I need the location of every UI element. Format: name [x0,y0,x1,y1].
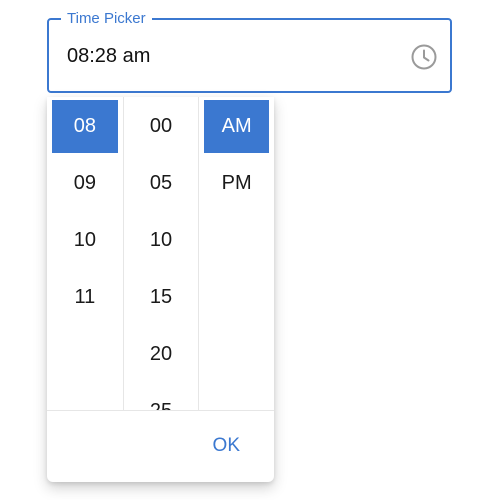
hour-option[interactable]: 09 [52,157,118,210]
hour-option[interactable]: 11 [52,271,118,324]
minute-option[interactable]: 00 [129,100,194,153]
minute-option[interactable]: 05 [129,157,194,210]
picker-actions: OK [47,410,274,482]
period-option[interactable]: AM [204,100,269,153]
minute-option[interactable]: 15 [129,271,194,324]
minute-column[interactable]: 0005101520 25 [122,97,199,410]
hour-option[interactable]: 08 [52,100,118,153]
time-value[interactable]: 08:28 am [67,43,150,69]
minute-option[interactable]: 25 [129,385,194,410]
clock-icon[interactable] [410,43,438,71]
hour-option[interactable]: 10 [52,214,118,267]
minute-option[interactable]: 20 [129,328,194,381]
time-picker-field[interactable]: Time Picker 08:28 am [47,10,452,93]
period-option[interactable]: PM [204,157,269,210]
period-column[interactable]: AM PM [198,97,274,410]
time-picker-label: Time Picker [61,10,152,28]
time-picker-screen: Time Picker 08:28 am 08 09 10 11 00 05 10 15 20… [0,0,500,500]
time-columns: 08091011 0005101520 25 AMPM [47,97,274,410]
hour-list: 08 09 10 11 [52,100,118,328]
time-picker-dropdown: 08091011 0005101520 25 AMPM OK [47,97,274,482]
minute-option[interactable]: 10 [129,214,194,267]
ok-button[interactable]: OK [207,431,246,461]
period-list: AM PM [204,100,269,214]
hour-column[interactable]: 08 09 10 11 [47,97,123,410]
minute-list: 0005101520 25 [129,100,194,410]
